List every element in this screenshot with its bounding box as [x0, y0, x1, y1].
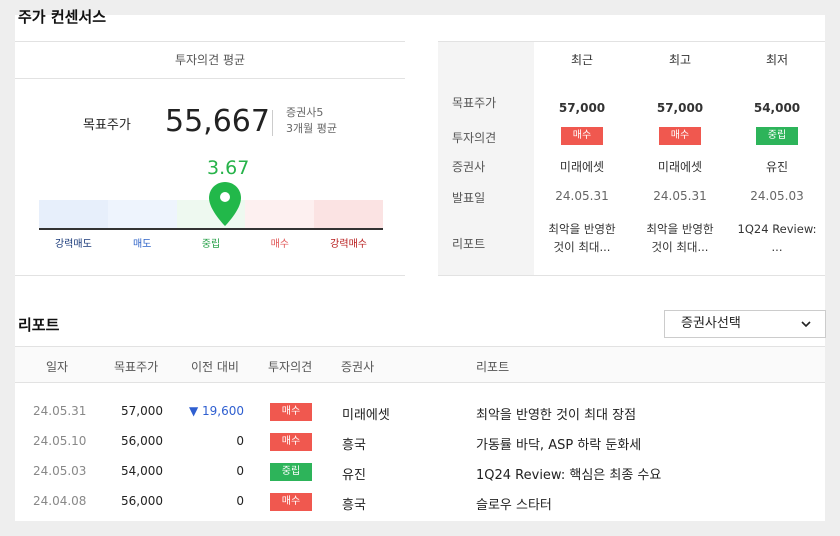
opinion-badge: 중립 [270, 463, 312, 481]
scale-label: 매수 [270, 239, 289, 250]
table-row[interactable]: 24.04.08 56,000 0 매수 흥국 슬로우 스타터 [15, 487, 825, 517]
reports-table: 일자 목표주가 이전 대비 투자의견 증권사 리포트 24.05.31 57,000 ▼ 19… [15, 346, 825, 517]
column-header: 일자 [46, 360, 69, 374]
price-meta: 증권사5 3개월 평균 [286, 105, 337, 137]
broker-count: 증권사5 [286, 106, 324, 119]
reports-table-body: 24.05.31 57,000 ▼ 19,600 매수 미래에셋 최악을 반영한 것이 최… [15, 383, 825, 517]
column-header: 최고 [668, 53, 692, 67]
table-row[interactable]: 24.05.03 54,000 0 중립 유진 1Q24 Review: 핵심은 최종 수… [15, 457, 825, 487]
opinion-badge: 매수 [270, 493, 312, 511]
scale-label: 강력매수 [330, 239, 367, 250]
report-date: 24.04.08 [33, 494, 87, 508]
opinion-scale-labels: 강력매도 매도 중립 매수 강력매수 [39, 235, 383, 250]
consensus-table: 최근 최고 최저목표주가투자의견증권사발표일리포트 57,000 매수미래에셋 24.05… [438, 41, 825, 276]
broker-name: 흥국 [342, 438, 366, 453]
opinion-badge: 매수 [659, 127, 701, 145]
scale-label: 강력매도 [54, 239, 92, 250]
target-price-row: 목표주가 55,667 증권사5 3개월 평균 [15, 104, 405, 144]
opinion-badge: 매수 [561, 127, 603, 145]
report-date: 24.05.03 [750, 189, 804, 203]
report-date: 24.05.31 [653, 189, 707, 203]
summary-header: 투자의견 평균 [15, 42, 405, 79]
target-price: 57,000 [558, 101, 606, 115]
row-label: 리포트 [452, 237, 486, 251]
opinion-badge: 중립 [756, 127, 798, 145]
broker-name: 흥국 [342, 498, 366, 513]
row-label: 발표일 [452, 191, 486, 205]
report-date: 24.05.10 [33, 434, 87, 448]
scale-segment [107, 200, 177, 230]
target-price: 54,000 [753, 101, 801, 115]
table-row[interactable]: 24.05.10 56,000 0 매수 흥국 가동률 바닥, ASP 하락 둔화세 [15, 427, 825, 457]
report-date: 24.05.31 [555, 189, 609, 203]
report-title-link[interactable]: 슬로우 스타터 [476, 494, 552, 513]
broker-select[interactable]: 증권사선택 [664, 310, 826, 338]
report-title-link[interactable]: 1Q24 Review: 핵심은 최종 수요 [476, 464, 661, 483]
report-line: 최악을 반영한 [646, 222, 714, 236]
chevron-down-icon [801, 321, 811, 328]
broker-name: 미래에셋 [657, 160, 703, 174]
report-summary[interactable]: 최악을 반영한것이 최대... [534, 220, 630, 256]
price-change: 0 [236, 464, 244, 478]
row-label: 증권사 [452, 160, 486, 174]
row-label: 투자의견 [452, 131, 497, 145]
report-line: 최악을 반영한 [548, 222, 616, 236]
scale-segment [314, 200, 383, 230]
target-price-value: 55,667 [165, 104, 270, 139]
report-line: ... [771, 240, 783, 254]
broker-name: 미래에셋 [559, 160, 605, 174]
location-pin-icon [209, 182, 241, 226]
column-header: 이전 대비 [191, 360, 239, 374]
broker-name: 미래에셋 [342, 408, 390, 423]
report-line: 1Q24 Review: [737, 222, 817, 236]
broker-name: 유진 [342, 468, 366, 483]
opinion-score: 3.67 [207, 157, 250, 179]
opinion-badge: 매수 [270, 433, 312, 451]
scale-label: 중립 [201, 239, 221, 250]
opinion-badge: 매수 [270, 403, 312, 421]
opinion-cell: 매수 [534, 127, 630, 145]
price-change: ▼ 19,600 [188, 404, 244, 418]
row-label: 목표주가 [452, 96, 497, 110]
summary-panel: 투자의견 평균 목표주가 55,667 증권사5 3개월 평균 3.67 강력매… [15, 41, 405, 276]
column-header: 목표주가 [114, 360, 159, 374]
report-line: 것이 최대... [651, 240, 709, 254]
price-change: 0 [236, 494, 244, 508]
scale-segment [39, 200, 108, 230]
section-title: 주가 컨센서스 [18, 8, 107, 26]
reports-table-header: 일자 목표주가 이전 대비 투자의견 증권사 리포트 [15, 346, 825, 383]
report-summary[interactable]: 1Q24 Review:... [729, 220, 825, 256]
opinion-cell: 중립 [729, 127, 825, 145]
report-line: 것이 최대... [553, 240, 611, 254]
broker-name: 유진 [765, 160, 789, 174]
average-period: 3개월 평균 [286, 122, 337, 135]
table-row[interactable]: 24.05.31 57,000 ▼ 19,600 매수 미래에셋 최악을 반영한 것이 최… [15, 397, 825, 427]
report-title-link[interactable]: 가동률 바닥, ASP 하락 둔화세 [476, 434, 641, 453]
target-price: 57,000 [656, 101, 704, 115]
column-header: 증권사 [341, 360, 375, 374]
column-header: 최근 [570, 53, 594, 67]
column-header: 최저 [765, 53, 789, 67]
target-price-label: 목표주가 [83, 118, 131, 133]
reports-title: 리포트 [18, 316, 60, 334]
report-date: 24.05.31 [33, 404, 87, 418]
opinion-cell: 매수 [632, 127, 728, 145]
column-header: 리포트 [476, 360, 510, 374]
report-summary[interactable]: 최악을 반영한것이 최대... [632, 220, 728, 256]
broker-select-label: 증권사선택 [681, 316, 741, 331]
price-change: 0 [236, 434, 244, 448]
report-date: 24.05.03 [33, 464, 87, 478]
scale-segment [245, 200, 315, 230]
report-title-link[interactable]: 최악을 반영한 것이 최대 장점 [476, 404, 636, 423]
scale-label: 매도 [132, 239, 152, 250]
divider [272, 110, 273, 136]
column-header: 투자의견 [268, 360, 313, 374]
